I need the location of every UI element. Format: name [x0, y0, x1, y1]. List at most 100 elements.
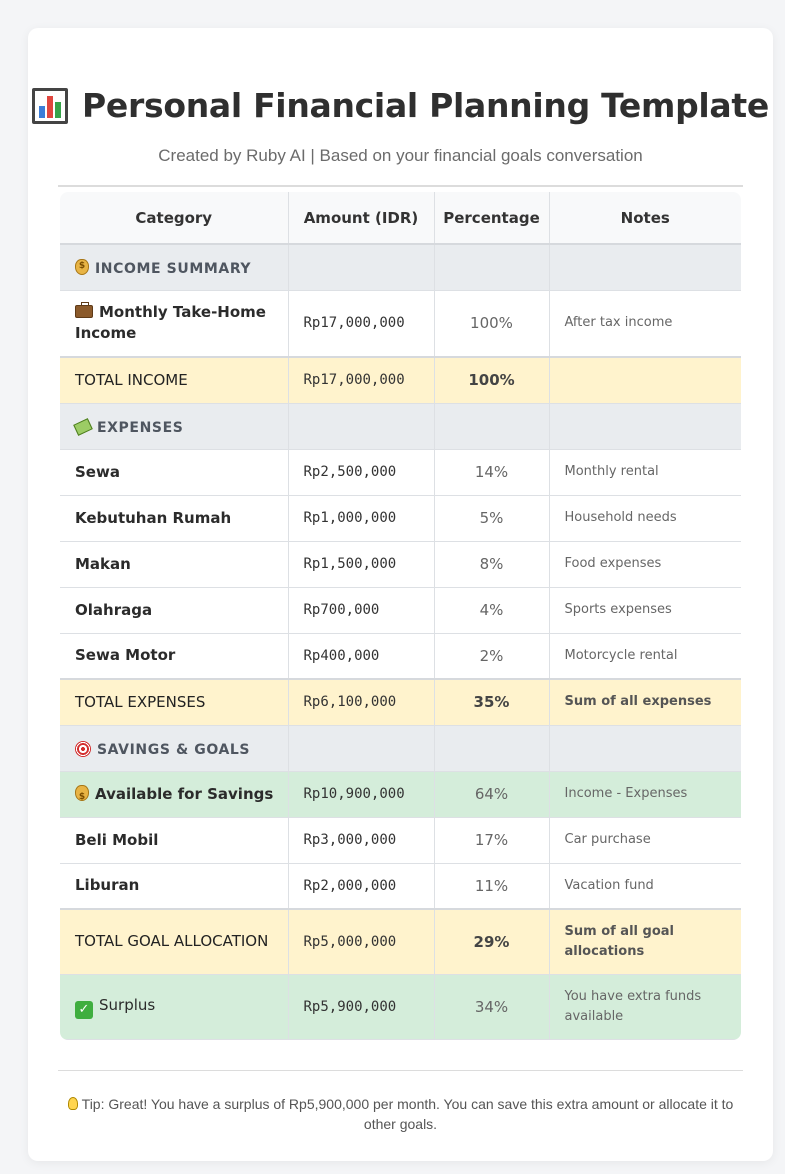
surplus-row: ✓ Surplus Rp5,900,000 34% You have extra …	[60, 974, 741, 1040]
percentage-cell: 64%	[434, 771, 550, 818]
category-label: Available for Savings	[95, 784, 274, 803]
percentage-cell: 2%	[434, 633, 550, 680]
empty-cell	[549, 403, 741, 450]
notes-cell: Sports expenses	[549, 587, 741, 634]
category-cell: Liburan	[60, 863, 289, 910]
notes-cell: Household needs	[549, 495, 741, 542]
section-label: SAVINGS & GOALS	[97, 741, 251, 758]
section-label: INCOME SUMMARY	[95, 260, 252, 277]
footer-divider	[58, 1070, 743, 1071]
empty-cell	[288, 403, 435, 450]
notes-cell	[549, 357, 741, 404]
percentage-cell: 35%	[434, 679, 550, 726]
amount-cell: Rp3,000,000	[288, 817, 435, 864]
category-text: Available for Savings	[75, 784, 274, 808]
category-text: ✓ Surplus	[75, 995, 156, 1019]
category-text: Monthly Take-Home Income	[75, 302, 266, 343]
category-label: Monthly Take-Home Income	[75, 303, 266, 343]
table-row: Olahraga Rp700,000 4% Sports expenses	[60, 587, 741, 634]
section-row-savings: SAVINGS & GOALS	[60, 725, 741, 772]
percentage-cell: 100%	[434, 290, 550, 358]
notes-cell: You have extra funds available	[549, 974, 741, 1040]
empty-cell	[288, 725, 435, 772]
amount-cell: Rp17,000,000	[288, 357, 435, 404]
flying-money-icon	[73, 417, 93, 436]
table-header-row: Category Amount (IDR) Percentage Notes	[60, 192, 741, 245]
total-row-income: TOTAL INCOME Rp17,000,000 100%	[60, 357, 741, 404]
total-row-goals: TOTAL GOAL ALLOCATION Rp5,000,000 29% Su…	[60, 909, 741, 975]
category-cell: Kebutuhan Rumah	[60, 495, 289, 542]
section-cell: SAVINGS & GOALS	[60, 725, 289, 772]
table-row: Monthly Take-Home Income Rp17,000,000 10…	[60, 290, 741, 358]
notes-cell: Car purchase	[549, 817, 741, 864]
category-cell: Sewa Motor	[60, 633, 289, 680]
page-title-text: Personal Financial Planning Template	[82, 86, 769, 125]
page-title: Personal Financial Planning Template	[28, 86, 773, 125]
category-cell: TOTAL INCOME	[60, 357, 289, 404]
category-cell: ✓ Surplus	[60, 974, 289, 1040]
column-header-amount: Amount (IDR)	[288, 192, 435, 245]
notes-cell: Food expenses	[549, 541, 741, 588]
section-label: EXPENSES	[97, 419, 184, 436]
percentage-cell: 5%	[434, 495, 550, 542]
notes-cell: Vacation fund	[549, 863, 741, 910]
empty-cell	[434, 725, 550, 772]
financial-plan-table: Category Amount (IDR) Percentage Notes I…	[60, 192, 741, 1040]
percentage-cell: 11%	[434, 863, 550, 910]
section-cell: EXPENSES	[60, 403, 289, 450]
page-subtitle: Created by Ruby AI | Based on your finan…	[158, 146, 643, 165]
amount-cell: Rp6,100,000	[288, 679, 435, 726]
column-header-notes: Notes	[549, 192, 741, 245]
section-row-expenses: EXPENSES	[60, 403, 741, 450]
light-bulb-icon	[67, 1097, 78, 1110]
amount-cell: Rp1,500,000	[288, 541, 435, 588]
section-cell: INCOME SUMMARY	[60, 244, 289, 291]
percentage-cell: 34%	[434, 974, 550, 1040]
target-icon	[75, 740, 91, 757]
notes-cell: After tax income	[549, 290, 741, 358]
percentage-cell: 100%	[434, 357, 550, 404]
column-header-category: Category	[60, 192, 289, 245]
column-header-percentage: Percentage	[434, 192, 550, 245]
category-cell: Olahraga	[60, 587, 289, 634]
percentage-cell: 17%	[434, 817, 550, 864]
category-cell: Beli Mobil	[60, 817, 289, 864]
table-row: Beli Mobil Rp3,000,000 17% Car purchase	[60, 817, 741, 864]
bar-chart-icon	[32, 87, 69, 124]
amount-cell: Rp2,500,000	[288, 449, 435, 496]
percentage-cell: 14%	[434, 449, 550, 496]
planning-card: Personal Financial Planning Template Cre…	[28, 28, 773, 1161]
empty-cell	[549, 725, 741, 772]
category-cell: Monthly Take-Home Income	[60, 290, 289, 358]
percentage-cell: 4%	[434, 587, 550, 634]
category-label: Surplus	[99, 995, 156, 1014]
tip-text: Tip: Great! You have a surplus of Rp5,90…	[58, 1094, 743, 1134]
percentage-cell: 8%	[434, 541, 550, 588]
available-savings-row: Available for Savings Rp10,900,000 64% I…	[60, 771, 741, 818]
category-cell: Sewa	[60, 449, 289, 496]
amount-cell: Rp400,000	[288, 633, 435, 680]
money-bag-icon	[75, 258, 89, 275]
section-row-income: INCOME SUMMARY	[60, 244, 741, 291]
notes-cell: Motorcycle rental	[549, 633, 741, 680]
category-cell: Makan	[60, 541, 289, 588]
category-cell: TOTAL EXPENSES	[60, 679, 289, 726]
amount-cell: Rp10,900,000	[288, 771, 435, 818]
empty-cell	[288, 244, 435, 291]
check-mark-icon: ✓	[75, 1000, 93, 1019]
empty-cell	[549, 244, 741, 291]
category-cell: TOTAL GOAL ALLOCATION	[60, 909, 289, 975]
total-row-expenses: TOTAL EXPENSES Rp6,100,000 35% Sum of al…	[60, 679, 741, 726]
amount-cell: Rp2,000,000	[288, 863, 435, 910]
table-row: Sewa Motor Rp400,000 2% Motorcycle renta…	[60, 633, 741, 680]
empty-cell	[434, 244, 550, 291]
notes-cell: Sum of all goal allocations	[549, 909, 741, 975]
table-row: Sewa Rp2,500,000 14% Monthly rental	[60, 449, 741, 496]
empty-cell	[434, 403, 550, 450]
notes-cell: Income - Expenses	[549, 771, 741, 818]
category-cell: Available for Savings	[60, 771, 289, 818]
tip-message: Tip: Great! You have a surplus of Rp5,90…	[81, 1096, 734, 1132]
notes-cell: Sum of all expenses	[549, 679, 741, 726]
table-row: Makan Rp1,500,000 8% Food expenses	[60, 541, 741, 588]
amount-cell: Rp1,000,000	[288, 495, 435, 542]
